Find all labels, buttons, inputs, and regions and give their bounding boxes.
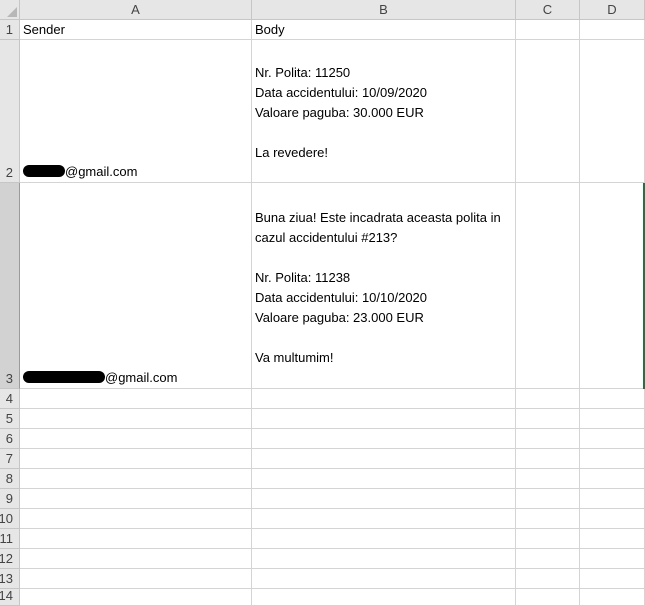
cell-a13[interactable] [20,569,252,589]
cell-c14[interactable] [516,589,580,606]
cell-d14[interactable] [580,589,645,606]
select-all-corner[interactable] [0,0,20,20]
cell-a11[interactable] [20,529,252,549]
email-domain: @gmail.com [65,164,138,179]
cell-b7[interactable] [252,449,516,469]
column-header-d[interactable]: D [580,0,645,20]
cell-b4[interactable] [252,389,516,409]
row-number: 3 [5,371,13,386]
cell-b2[interactable]: Nr. Polita: 11250 Data accidentului: 10/… [252,40,516,183]
cell-b10[interactable] [252,509,516,529]
cell-a6[interactable] [20,429,252,449]
cell-b14[interactable] [252,589,516,606]
row-header-8[interactable]: 8 [0,469,20,489]
row-number: 6 [5,431,13,446]
row-header-5[interactable]: 5 [0,409,20,429]
cell-c2[interactable] [516,40,580,183]
cell-c7[interactable] [516,449,580,469]
cell-a1[interactable]: Sender [20,20,252,40]
row-number: 5 [5,411,13,426]
column-header-c[interactable]: C [516,0,580,20]
cell-d2[interactable] [580,40,645,183]
cell-a5[interactable] [20,409,252,429]
select-all-triangle-icon [7,7,17,17]
cell-d9[interactable] [580,489,645,509]
row-header-6[interactable]: 6 [0,429,20,449]
row-header-2[interactable]: 2 [0,40,20,183]
cell-c8[interactable] [516,469,580,489]
row-header-9[interactable]: 9 [0,489,20,509]
row-header-3[interactable]: 3 [0,183,20,389]
row-number: 4 [5,391,13,406]
cell-c12[interactable] [516,549,580,569]
column-header-b[interactable]: B [252,0,516,20]
row-number: 10 [0,511,13,526]
cell-a9[interactable] [20,489,252,509]
cell-b6[interactable] [252,429,516,449]
cell-d11[interactable] [580,529,645,549]
cell-b2-text: Nr. Polita: 11250 Data accidentului: 10/… [255,65,428,160]
cell-d5[interactable] [580,409,645,429]
redacted-email-username [23,371,105,383]
cell-d3[interactable] [580,183,645,389]
row-number: 8 [5,471,13,486]
row-number: 9 [5,491,13,506]
cell-d1[interactable] [580,20,645,40]
cell-b1[interactable]: Body [252,20,516,40]
cell-c11[interactable] [516,529,580,549]
cell-c3[interactable] [516,183,580,389]
spreadsheet-grid[interactable]: A B C D 1 2 3 4 5 6 7 8 9 10 11 12 13 14… [0,0,645,606]
cell-d8[interactable] [580,469,645,489]
cell-b8[interactable] [252,469,516,489]
row-header-1[interactable]: 1 [0,20,20,40]
row-header-4[interactable]: 4 [0,389,20,409]
cell-a2[interactable]: @gmail.com [20,40,252,183]
cell-b1-text: Body [255,22,285,37]
row-header-11[interactable]: 11 [0,529,20,549]
cell-a1-text: Sender [23,22,65,37]
cell-a2-text: @gmail.com [23,162,137,182]
cell-c9[interactable] [516,489,580,509]
row-header-7[interactable]: 7 [0,449,20,469]
cell-d10[interactable] [580,509,645,529]
row-number: 12 [0,551,13,566]
cell-b9[interactable] [252,489,516,509]
cell-b5[interactable] [252,409,516,429]
cell-d7[interactable] [580,449,645,469]
cell-d6[interactable] [580,429,645,449]
row-header-14[interactable]: 14 [0,588,20,606]
cell-a12[interactable] [20,549,252,569]
cell-a14[interactable] [20,589,252,606]
row-number: 14 [0,588,13,603]
cell-a4[interactable] [20,389,252,409]
row-header-12[interactable]: 12 [0,549,20,569]
cell-c5[interactable] [516,409,580,429]
column-header-a[interactable]: A [20,0,252,20]
row-header-10[interactable]: 10 [0,509,20,529]
cell-c4[interactable] [516,389,580,409]
row-number: 11 [0,531,13,546]
cell-a3[interactable]: @gmail.com [20,183,252,389]
row-number: 2 [5,165,13,180]
cell-a7[interactable] [20,449,252,469]
redacted-email-username [23,165,65,177]
cell-b13[interactable] [252,569,516,589]
cell-d4[interactable] [580,389,645,409]
cell-b11[interactable] [252,529,516,549]
row-number: 7 [5,451,13,466]
cell-a8[interactable] [20,469,252,489]
email-domain: @gmail.com [105,370,178,385]
cell-c6[interactable] [516,429,580,449]
cell-d12[interactable] [580,549,645,569]
cell-b12[interactable] [252,549,516,569]
cell-c1[interactable] [516,20,580,40]
cell-d13[interactable] [580,569,645,589]
row-number: 1 [5,22,13,37]
cell-c10[interactable] [516,509,580,529]
cell-a3-text: @gmail.com [23,368,177,388]
cell-c13[interactable] [516,569,580,589]
cell-b3-text: Buna ziua! Este incadrata aceasta polita… [255,210,501,365]
cell-b3[interactable]: Buna ziua! Este incadrata aceasta polita… [252,183,516,389]
cell-a10[interactable] [20,509,252,529]
